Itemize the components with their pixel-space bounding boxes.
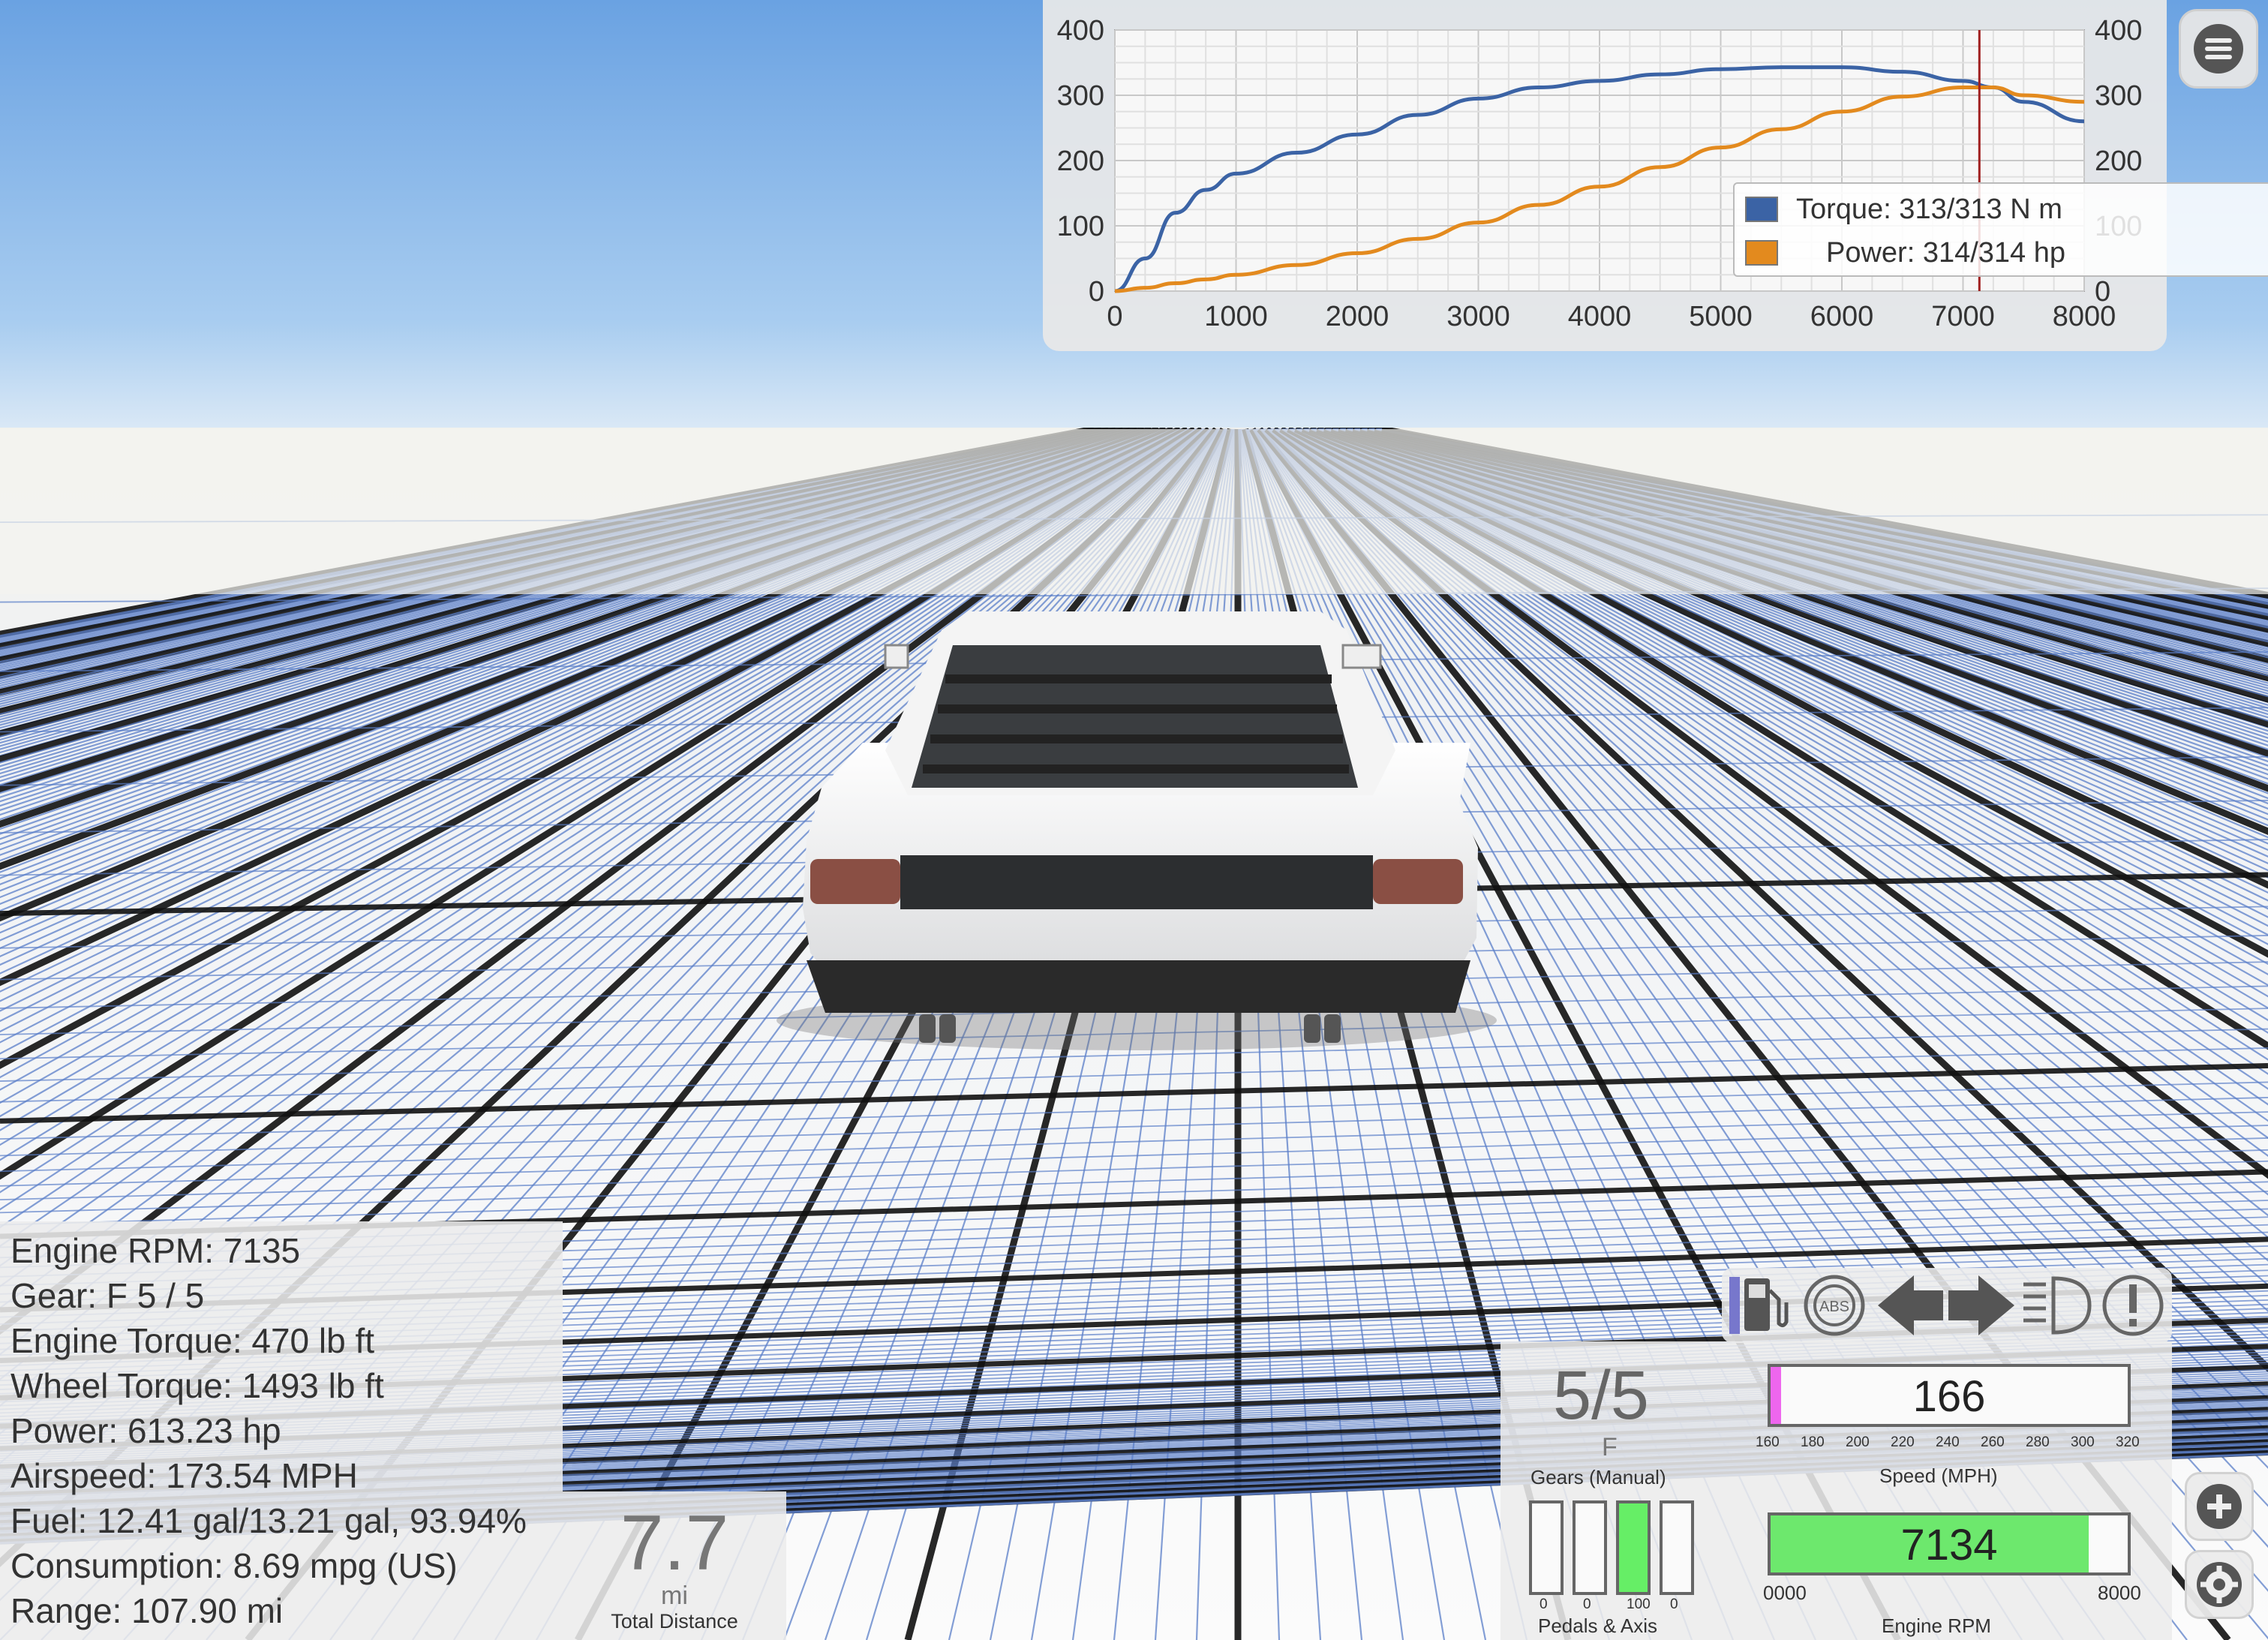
speed-tick-label: 180 xyxy=(1801,1434,1825,1450)
pedal-value: 0 xyxy=(1540,1596,1548,1612)
speed-tick-label: 300 xyxy=(2071,1434,2095,1450)
speed-tick-label: 260 xyxy=(1981,1434,2005,1450)
info-engine-rpm: Engine RPM: 7135 xyxy=(11,1231,301,1270)
distance-unit: mi xyxy=(661,1581,688,1610)
rpm-value: 7134 xyxy=(1900,1521,1998,1569)
speed-tick-label: 200 xyxy=(1846,1434,1870,1450)
torque-power-chart: 4003002001000400300200100001000200030004… xyxy=(1057,15,2143,332)
y-left-tick-label: 200 xyxy=(1057,146,1104,177)
y-right-tick-label: 200 xyxy=(2095,146,2142,177)
info-gear: Gear: F 5 / 5 xyxy=(11,1276,205,1315)
speed-gauge: 166 xyxy=(1768,1364,2131,1427)
power-swatch xyxy=(1745,240,1778,266)
torque-swatch xyxy=(1745,197,1778,222)
speed-label: Speed (MPH) xyxy=(1879,1464,1998,1487)
info-power: Power: 613.23 hp xyxy=(11,1411,281,1450)
distance-value: 7.7 xyxy=(620,1500,729,1587)
pedals-label: Pedals & Axis xyxy=(1538,1614,1657,1637)
legend-torque: Torque: 313/313 N m xyxy=(1745,190,2062,229)
speed-tick-label: 320 xyxy=(2116,1434,2140,1450)
pedal-bar-fill xyxy=(1619,1503,1648,1592)
info-range: Range: 107.90 mi xyxy=(11,1591,284,1630)
y-right-tick-label: 400 xyxy=(2095,15,2142,47)
x-tick-label: 5000 xyxy=(1689,301,1753,332)
x-tick-label: 2000 xyxy=(1326,301,1389,332)
rpm-label: Engine RPM xyxy=(1882,1614,1991,1637)
info-engine-torque: Engine Torque: 470 lb ft xyxy=(11,1321,375,1360)
speed-tick-label: 240 xyxy=(1936,1434,1960,1450)
speed-tick-label: 280 xyxy=(2026,1434,2050,1450)
torque-power-graph-panel: 4003002001000400300200100001000200030004… xyxy=(1043,0,2268,351)
pedal-value: 0 xyxy=(1583,1596,1591,1612)
indicator-bar: ABS xyxy=(1722,1268,2172,1343)
legend-power: Power: 314/314 hp xyxy=(1745,233,2065,272)
pedal-bar xyxy=(1616,1500,1651,1595)
x-tick-label: 4000 xyxy=(1568,301,1632,332)
info-airspeed: Airspeed: 173.54 MPH xyxy=(11,1456,358,1495)
x-tick-label: 7000 xyxy=(1931,301,1995,332)
y-left-tick-label: 100 xyxy=(1057,211,1104,242)
speed-value: 166 xyxy=(1912,1372,1986,1421)
pedal-bar xyxy=(1529,1500,1564,1595)
info-wheel-torque: Wheel Torque: 1493 lb ft xyxy=(11,1366,384,1405)
distance-label: Total Distance xyxy=(611,1610,738,1632)
pedal-bar xyxy=(1573,1500,1607,1595)
x-tick-label: 8000 xyxy=(2053,301,2116,332)
y-right-tick-label: 300 xyxy=(2095,80,2142,112)
rpm-max-label: 8000 xyxy=(2098,1581,2141,1604)
gear-value: 5/5 xyxy=(1553,1357,1649,1434)
pedal-values: 0 0 100 0 xyxy=(1529,1596,1702,1613)
x-tick-label: 6000 xyxy=(1810,301,1874,332)
x-tick-label: 0 xyxy=(1107,301,1122,332)
rpm-gauge: 7134 xyxy=(1768,1512,2131,1575)
legend-power-label: Power: 314/314 hp xyxy=(1826,236,2066,269)
chart-legend: Torque: 313/313 N m Power: 314/314 hp xyxy=(1733,182,2268,277)
y-left-tick-label: 0 xyxy=(1089,276,1104,308)
zoom-in-icon xyxy=(2197,1484,2242,1529)
pedal-value: 0 xyxy=(1670,1596,1678,1612)
x-tick-label: 3000 xyxy=(1446,301,1510,332)
speed-ticks: 160 180 200 220 240 260 280 300 320 xyxy=(1756,1434,2146,1457)
zoom-in-button[interactable] xyxy=(2185,1472,2254,1541)
settings-button[interactable] xyxy=(2185,1550,2254,1619)
y-left-tick-label: 300 xyxy=(1057,80,1104,112)
svg-text:ABS: ABS xyxy=(1819,1299,1849,1315)
dashboard-panel: 5/5 F Gears (Manual) 166 160 180 200 220 240… xyxy=(1500,1341,2172,1640)
menu-icon xyxy=(2194,24,2243,74)
pedal-bar xyxy=(1660,1500,1694,1595)
total-distance-panel: 7.7 mi Total Distance xyxy=(563,1491,786,1640)
gear-mode: F xyxy=(1602,1433,1618,1461)
settings-icon xyxy=(2197,1562,2242,1607)
info-fuel: Fuel: 12.41 gal/13.21 gal, 93.94% xyxy=(11,1501,527,1540)
speed-tick-label: 160 xyxy=(1756,1434,1780,1450)
x-tick-label: 1000 xyxy=(1204,301,1268,332)
y-left-tick-label: 400 xyxy=(1057,15,1104,47)
legend-torque-label: Torque: 313/313 N m xyxy=(1796,193,2062,225)
pedal-value: 100 xyxy=(1627,1596,1651,1612)
speed-tick-label: 220 xyxy=(1891,1434,1915,1450)
info-consumption: Consumption: 8.69 mpg (US) xyxy=(11,1546,458,1585)
abs-icon: ABS xyxy=(1804,1275,1865,1336)
pedals-bars xyxy=(1529,1500,1702,1595)
menu-button[interactable] xyxy=(2179,9,2258,89)
gears-label: Gears (Manual) xyxy=(1531,1466,1666,1488)
vehicle-info-panel: Engine RPM: 7135 Gear: F 5 / 5 Engine To… xyxy=(0,1221,563,1640)
rpm-min-label: 0000 xyxy=(1763,1581,1807,1604)
